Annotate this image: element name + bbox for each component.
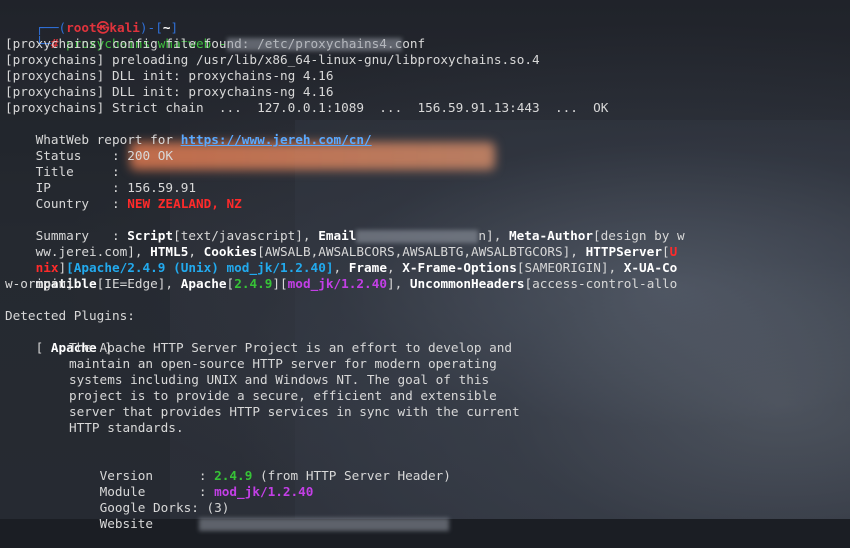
- summary-meta-value: [design by w: [593, 228, 685, 243]
- summary-x-ua-compatible: X-UA-Co: [623, 260, 678, 275]
- summary-uncommon-value: [access-control-allo: [524, 276, 678, 291]
- summary-script-value: [text/javascript],: [173, 228, 319, 243]
- prompt-line-top: ┌──(root㉿kali)-[~]: [5, 4, 850, 35]
- summary-label: Summary :: [35, 228, 128, 243]
- summary-unix: U: [669, 244, 678, 259]
- plugin-description: maintain an open-source HTTP server for …: [69, 356, 497, 371]
- summary-unix-cont: nix: [35, 260, 59, 275]
- plugin-version-value: 2.4.9: [214, 468, 253, 483]
- summary-meta-value-cont: ww.jerei.com],: [35, 244, 151, 259]
- proxy-line: [proxychains] DLL init: proxychains-ng 4…: [5, 84, 334, 99]
- summary-apache-module: mod_jk/1.2.40: [287, 276, 387, 291]
- summary-script: Script: [127, 228, 174, 243]
- redacted-email: [356, 230, 479, 243]
- country-value: NEW ZEALAND, NZ: [127, 196, 242, 211]
- prompt-mid: )-[: [139, 20, 163, 35]
- proxy-line: [proxychains] Strict chain ... 127.0.0.1…: [5, 100, 609, 115]
- summary-x-frame-options-value: [SAMEORIGIN],: [516, 260, 624, 275]
- prompt-user: root㉿kali: [66, 20, 140, 35]
- ip-label: IP :: [35, 180, 128, 195]
- summary-email-tail: n],: [478, 228, 509, 243]
- plugin-apache-header: [ Apache ]: [5, 324, 850, 355]
- plugin-bracket: [: [35, 340, 51, 355]
- report-header: WhatWeb report for https://www.jereh.com…: [5, 116, 850, 147]
- summary-apache-version-string: [Apache/2.4.9 (Unix) mod_jk/1.2.40]: [66, 260, 334, 275]
- report-url-link[interactable]: https://www.jereh.com/cn/: [181, 132, 372, 147]
- plugin-module-label: Module :: [99, 484, 215, 499]
- plugin-website-label: Website: [99, 516, 199, 531]
- summary-x-ua-value: [IE=Edge],: [96, 276, 181, 291]
- terminal-window[interactable]: ┌──(root㉿kali)-[~] └─# proxychains whatw…: [0, 0, 850, 531]
- proxy-line: [proxychains] preloading /usr/lib/x86_64…: [5, 52, 540, 67]
- plugin-description: HTTP standards.: [69, 420, 184, 435]
- plugin-dorks-value: (3): [206, 500, 230, 515]
- summary-frame: Frame: [348, 260, 387, 275]
- plugin-description: The Apache HTTP Server Project is an eff…: [69, 340, 513, 355]
- title-label: Title :: [35, 164, 128, 179]
- ip-line: IP : 156.59.91: [5, 164, 850, 195]
- plugin-description: project is to provide a secure, efficien…: [69, 388, 497, 403]
- status-label: Status :: [35, 148, 128, 163]
- summary-cookies: Cookies: [203, 244, 258, 259]
- summary-uncommon-headers: UncommonHeaders: [409, 276, 525, 291]
- summary-httpserver: HTTPServer: [585, 244, 662, 259]
- summary-bracket: [: [661, 244, 670, 259]
- plugin-description: systems including UNIX and Windows NT. T…: [69, 372, 490, 387]
- proxy-line: [proxychains] DLL init: proxychains-ng 4…: [5, 68, 334, 83]
- status-value: 200 OK: [127, 148, 174, 163]
- plugin-version-label: Version :: [99, 468, 215, 483]
- summary-separator: ,: [188, 244, 204, 259]
- country-label: Country :: [35, 196, 128, 211]
- summary-email: Email: [318, 228, 357, 243]
- ip-value: 156.59.91: [127, 180, 196, 195]
- plugin-description: server that provides HTTP services in sy…: [69, 404, 520, 419]
- plugin-version-line: Version : 2.4.9 (from HTTP Server Header…: [5, 452, 850, 483]
- summary-x-frame-options: X-Frame-Options: [402, 260, 517, 275]
- report-label: WhatWeb report for: [35, 132, 181, 147]
- summary-separator: ,: [333, 260, 349, 275]
- redacted-website: [198, 518, 449, 531]
- summary-cookies-value: [AWSALB,AWSALBCORS,AWSALBTG,AWSALBTGCORS…: [257, 244, 586, 259]
- summary-separator: ,: [386, 260, 403, 275]
- proxy-line: [proxychains] config file found: /etc/pr…: [5, 36, 426, 51]
- prompt-prefix: ┌──(: [35, 20, 67, 35]
- summary-bracket: ]: [58, 260, 67, 275]
- plugin-version-note: (from HTTP Server Header): [252, 468, 451, 483]
- summary-apache-version: 2.4.9: [234, 276, 273, 291]
- plugins-heading: Detected Plugins:: [5, 308, 135, 323]
- plugin-module-value: mod_jk/1.2.40: [214, 484, 314, 499]
- summary-apache: Apache: [180, 276, 227, 291]
- summary-meta-author: Meta-Author: [508, 228, 594, 243]
- summary-line-1: Summary : Script[text/javascript], Email…: [5, 212, 850, 243]
- prompt-end: ]: [170, 20, 179, 35]
- redacted-command-arg: [226, 38, 402, 51]
- summary-html5: HTML5: [150, 244, 189, 259]
- plugin-dorks-label: Google Dorks:: [99, 500, 207, 515]
